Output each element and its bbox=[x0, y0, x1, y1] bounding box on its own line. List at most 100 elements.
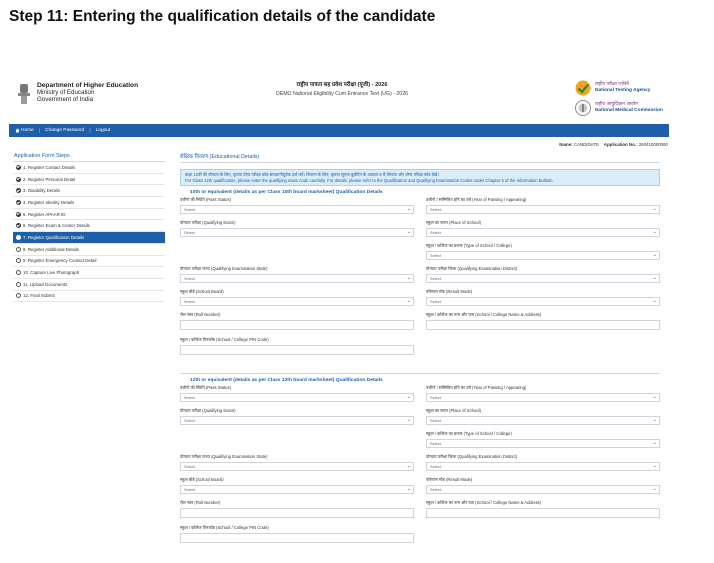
field-qual-district: योग्यता परीक्षा जिला (Qualifying Examina… bbox=[426, 454, 660, 471]
field-label: स्कूल का स्थान (Place of School) bbox=[426, 408, 481, 413]
select-placeholder: Select bbox=[184, 230, 195, 235]
sidebar-step-12[interactable]: 12. Final Submit bbox=[13, 291, 165, 303]
field-school-name: स्कूल / कॉलेज का नाम और पता (School / Co… bbox=[426, 500, 660, 518]
select-dropdown[interactable]: Select ⌄ bbox=[426, 297, 660, 306]
select-dropdown[interactable]: Select ⌄ bbox=[426, 439, 660, 448]
chevron-down-icon: ⌄ bbox=[406, 275, 411, 281]
select-dropdown[interactable]: Select ⌄ bbox=[180, 228, 414, 237]
field-qual-state: योग्यता परीक्षा राज्य (Qualifying Examin… bbox=[180, 454, 414, 471]
field-label: उत्तीर्ण / सम्मिलित होने का वर्ष (Year o… bbox=[426, 197, 527, 202]
select-placeholder: Select bbox=[430, 464, 441, 469]
select-dropdown[interactable]: Select ⌄ bbox=[180, 416, 414, 425]
sidebar-step-2[interactable]: 2. Register Personal Detail bbox=[13, 174, 165, 186]
text-input[interactable] bbox=[180, 508, 414, 518]
application-no-label: Application No.: bbox=[603, 142, 638, 147]
field-label: स्कूल / कॉलेज पिनकोड (School / College P… bbox=[180, 525, 269, 530]
qualification-grid: उत्तीर्ण की स्थिति (Pass Status) Select ⌄ उ… bbox=[180, 197, 660, 359]
candidate-info: Name: CANDIDATE Application No.: 2604100… bbox=[559, 142, 668, 147]
chevron-down-icon: ⌄ bbox=[652, 229, 657, 235]
select-placeholder: Select bbox=[430, 395, 441, 400]
sidebar-step-label: 5. Register APAAR ID bbox=[23, 211, 66, 217]
chevron-down-icon: ⌄ bbox=[652, 206, 657, 212]
field-label: स्कूल / कॉलेज का प्रकार (Type of School … bbox=[426, 243, 512, 248]
select-dropdown[interactable]: Select ⌄ bbox=[180, 393, 414, 402]
chevron-down-icon: ⌄ bbox=[652, 486, 657, 492]
name-label: Name: bbox=[559, 142, 573, 147]
nmc-logo: राष्ट्रीय आयुर्विज्ञान आयोग National Med… bbox=[575, 100, 671, 116]
select-dropdown[interactable]: Select ⌄ bbox=[180, 485, 414, 494]
sidebar-step-11[interactable]: 11. Upload Documents bbox=[13, 279, 165, 291]
sidebar-step-6[interactable]: 6. Register Exam & Center Details bbox=[13, 220, 165, 233]
select-dropdown[interactable]: Select ⌄ bbox=[180, 205, 414, 214]
field-label: स्कूल / कॉलेज पिनकोड (School / College P… bbox=[180, 337, 269, 342]
nav-change-password[interactable]: Change Password bbox=[45, 128, 84, 133]
exam-title-hindi: राष्ट्रीय पात्रता सह प्रवेश परीक्षा (यूज… bbox=[296, 82, 388, 88]
national-emblem-icon bbox=[18, 84, 30, 104]
nta-name-english: National Testing Agency bbox=[595, 88, 651, 93]
department-block: Department of Higher Education Ministry … bbox=[17, 82, 138, 106]
sidebar-step-9[interactable]: 9. Register Emergency Contact Detail bbox=[13, 256, 165, 268]
sidebar-step-7[interactable]: 7. Register Qualification Details bbox=[13, 232, 165, 244]
field-result-mode: परिणाम मोड (Result Mode) Select ⌄ bbox=[426, 477, 660, 494]
field-label: स्कूल / कॉलेज का नाम और पता (School / Co… bbox=[426, 500, 542, 505]
nav-home[interactable]: Home bbox=[15, 128, 34, 133]
select-dropdown[interactable]: Select ⌄ bbox=[180, 274, 414, 283]
text-input[interactable] bbox=[426, 508, 660, 518]
completed-check-icon bbox=[16, 223, 21, 229]
completed-check-icon bbox=[16, 164, 21, 170]
chevron-down-icon: ⌄ bbox=[406, 463, 411, 469]
field-year-passing: उत्तीर्ण / सम्मिलित होने का वर्ष (Year o… bbox=[426, 385, 660, 402]
sidebar-step-label: 9. Register Emergency Contact Detail bbox=[23, 258, 97, 264]
select-dropdown[interactable]: Select ⌄ bbox=[426, 393, 660, 402]
field-school-board: स्कूल बोर्ड (School Board) Select ⌄ bbox=[180, 289, 414, 306]
sidebar-step-10[interactable]: 10. Capture Live Photograph bbox=[13, 267, 165, 279]
select-placeholder: Select bbox=[430, 441, 441, 446]
select-dropdown[interactable]: Select ⌄ bbox=[426, 416, 660, 425]
select-dropdown[interactable]: Select ⌄ bbox=[180, 297, 414, 306]
text-input[interactable] bbox=[180, 345, 414, 355]
select-placeholder: Select bbox=[430, 207, 441, 212]
application-no: 260410000060 bbox=[638, 142, 668, 147]
sidebar-title: Application Form Steps bbox=[13, 152, 165, 162]
sidebar-step-4[interactable]: 4. Register Identity Details bbox=[13, 197, 165, 209]
select-dropdown[interactable]: Select ⌄ bbox=[426, 228, 660, 237]
sidebar-step-label: 8. Register Additional Details bbox=[23, 246, 80, 252]
qualification-grid: उत्तीर्ण की स्थिति (Pass Status) Select ⌄ उ… bbox=[180, 385, 660, 547]
candidate-name: CANDIDATE bbox=[573, 142, 599, 147]
select-dropdown[interactable]: Select ⌄ bbox=[426, 205, 660, 214]
select-dropdown[interactable]: Select ⌄ bbox=[180, 462, 414, 471]
field-label: उत्तीर्ण की स्थिति (Pass Status) bbox=[180, 197, 232, 202]
field-pin-code: स्कूल / कॉलेज पिनकोड (School / College P… bbox=[180, 525, 414, 543]
nav-home-label: Home bbox=[21, 128, 34, 133]
sidebar-step-8[interactable]: 8. Register Additional Details bbox=[13, 244, 165, 256]
sidebar-step-label: 4. Register Identity Details bbox=[23, 199, 75, 205]
completed-check-icon bbox=[16, 234, 21, 240]
text-input[interactable] bbox=[180, 320, 414, 330]
sidebar-step-3[interactable]: 3. Disability Details bbox=[13, 185, 165, 198]
field-year-passing: उत्तीर्ण / सम्मिलित होने का वर्ष (Year o… bbox=[426, 197, 660, 214]
nav-logout[interactable]: Logout bbox=[96, 128, 111, 133]
pending-circle-icon bbox=[16, 270, 21, 276]
select-placeholder: Select bbox=[184, 418, 195, 423]
select-dropdown[interactable]: Select ⌄ bbox=[426, 274, 660, 283]
select-dropdown[interactable]: Select ⌄ bbox=[426, 251, 660, 260]
select-dropdown[interactable]: Select ⌄ bbox=[426, 462, 660, 471]
pending-circle-icon bbox=[16, 281, 21, 287]
select-placeholder: Select bbox=[430, 299, 441, 304]
field-type-school: स्कूल / कॉलेज का प्रकार (Type of School … bbox=[426, 431, 660, 448]
field-pin-code: स्कूल / कॉलेज पिनकोड (School / College P… bbox=[180, 337, 414, 355]
sidebar-step-1[interactable]: 1. Register Contact Details bbox=[13, 162, 165, 174]
text-input[interactable] bbox=[426, 320, 660, 330]
field-school-name: स्कूल / कॉलेज का नाम और पता (School / Co… bbox=[426, 312, 660, 330]
field-label: स्कूल / कॉलेज का नाम और पता (School / Co… bbox=[426, 312, 542, 317]
field-qual-state: योग्यता परीक्षा राज्य (Qualifying Examin… bbox=[180, 266, 414, 283]
field-pass-status: उत्तीर्ण की स्थिति (Pass Status) Select ⌄ bbox=[180, 385, 414, 402]
field-label: रोल नंबर (Roll Number) bbox=[180, 500, 221, 505]
field-label: योग्यता परीक्षा (Qualifying Exam) bbox=[180, 408, 236, 413]
chevron-down-icon: ⌄ bbox=[406, 229, 411, 235]
government-name: Government of India bbox=[37, 96, 94, 104]
text-input[interactable] bbox=[180, 533, 414, 543]
select-dropdown[interactable]: Select ⌄ bbox=[426, 485, 660, 494]
sidebar-step-label: 6. Register Exam & Center Details bbox=[23, 223, 90, 229]
sidebar-step-5[interactable]: 5. Register APAAR ID bbox=[13, 209, 165, 221]
